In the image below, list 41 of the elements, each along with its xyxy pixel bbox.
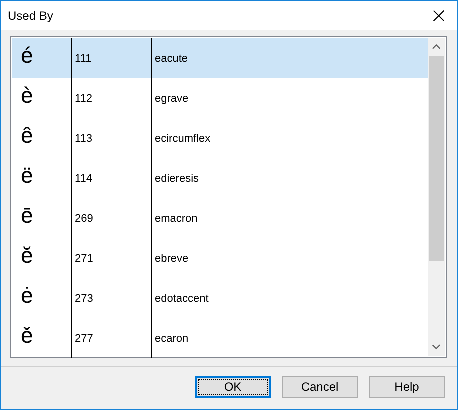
close-icon[interactable]: [433, 10, 445, 22]
glyph-cell: ē: [21, 203, 34, 229]
window-title: Used By: [8, 8, 54, 22]
scroll-up-icon[interactable]: [432, 44, 441, 50]
dialog-button[interactable]: Cancel: [282, 376, 358, 398]
list-row[interactable]: ĕ 271 ebreve: [12, 238, 428, 278]
code-cell: 112: [75, 93, 93, 105]
list-row[interactable]: ē 269 emacron: [12, 198, 428, 238]
list-row[interactable]: ė 273 edotaccent: [12, 278, 428, 318]
name-cell: edotaccent: [155, 293, 209, 305]
glyph-cell: ĕ: [21, 243, 34, 269]
list-row[interactable]: ê 113 ecircumflex: [12, 118, 428, 158]
code-cell: 114: [75, 173, 93, 185]
name-cell: ebreve: [155, 253, 189, 265]
list-row[interactable]: é 111 eacute: [12, 38, 428, 78]
code-cell: 271: [75, 253, 94, 265]
dialog-button[interactable]: Help: [369, 376, 445, 398]
list-row[interactable]: ě 277 ecaron: [12, 318, 428, 358]
scroll-down-icon[interactable]: [432, 344, 441, 350]
dialog-button[interactable]: OK: [195, 376, 271, 398]
code-cell: 269: [75, 213, 94, 225]
glyph-cell: ė: [21, 283, 34, 309]
glyph-cell: ê: [21, 123, 34, 149]
scroll-thumb[interactable]: [429, 56, 444, 261]
name-cell: ecaron: [155, 333, 189, 345]
list-row[interactable]: ë 114 edieresis: [12, 158, 428, 198]
glyph-cell: ě: [21, 323, 34, 349]
name-cell: eacute: [155, 53, 188, 65]
glyph-cell: é: [21, 43, 34, 69]
code-cell: 277: [75, 333, 94, 345]
list-row[interactable]: è 112 egrave: [12, 78, 428, 118]
name-cell: ecircumflex: [155, 133, 211, 145]
name-cell: emacron: [155, 213, 198, 225]
name-cell: edieresis: [155, 173, 200, 185]
glyph-cell: è: [21, 83, 34, 109]
code-cell: 113: [75, 133, 93, 145]
name-cell: egrave: [155, 93, 189, 105]
code-cell: 273: [75, 293, 94, 305]
code-cell: 111: [75, 53, 92, 65]
scrollbar[interactable]: [428, 38, 445, 356]
glyph-cell: ë: [21, 163, 34, 189]
